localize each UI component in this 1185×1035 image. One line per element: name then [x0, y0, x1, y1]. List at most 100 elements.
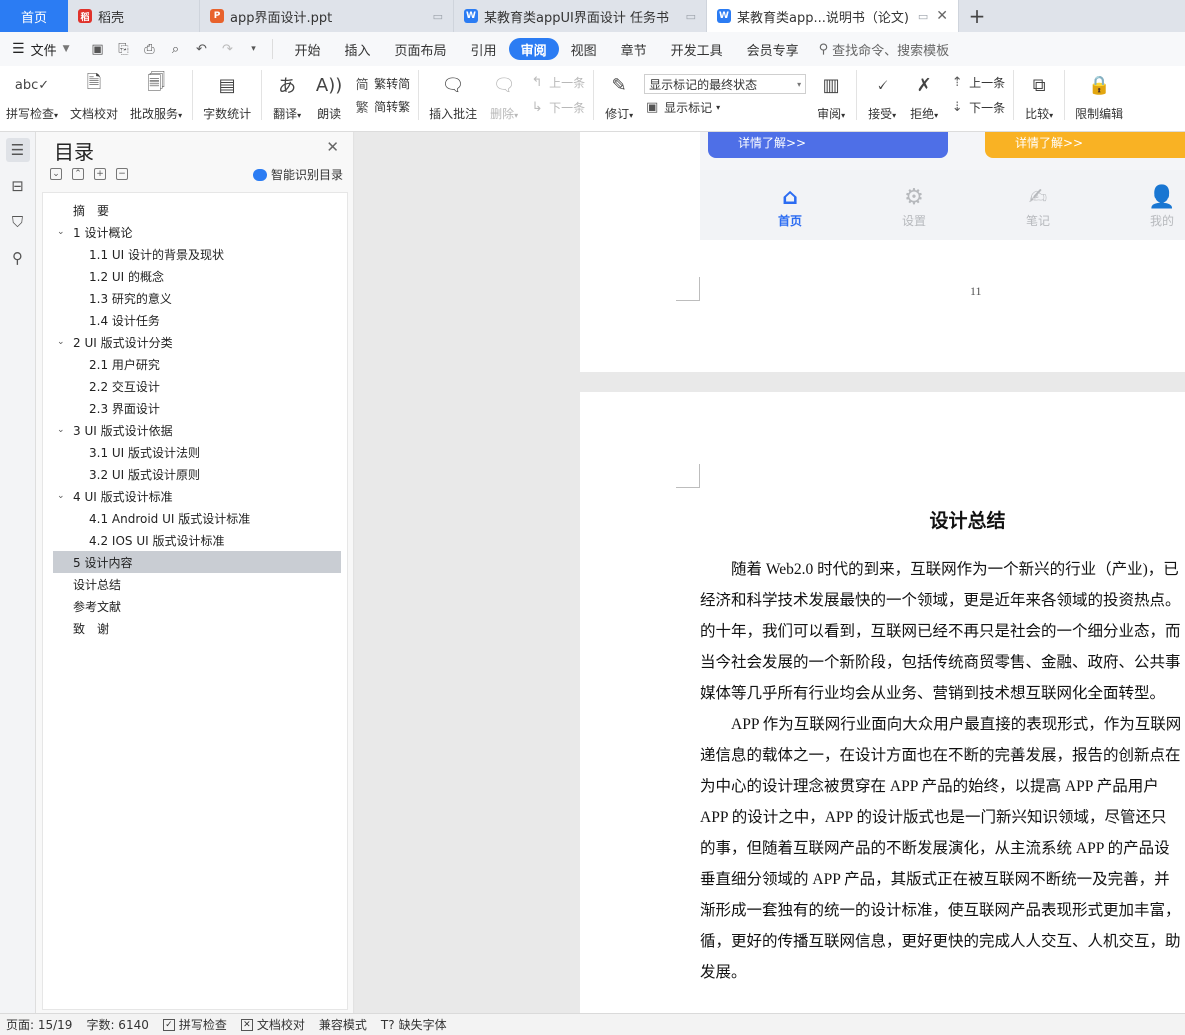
markup-state-value: 显示标记的最终状态 — [649, 77, 758, 92]
menu-developer[interactable]: 开发工具 — [659, 38, 735, 60]
status-spell-check[interactable]: ✓ 拼写检查 — [162, 1016, 227, 1033]
save-icon[interactable]: ▣ — [90, 41, 106, 57]
track-changes-icon: ✎ — [611, 74, 627, 96]
menu-page-layout[interactable]: 页面布局 — [383, 38, 459, 60]
toc-item[interactable]: ⌄ 3 UI 版式设计依据 — [53, 419, 341, 441]
tab-docer[interactable]: 稻 稻壳 — [68, 0, 200, 32]
delete-comment-button[interactable]: 🗨 删除▾ — [483, 70, 525, 128]
review-pane-button[interactable]: ▥ 审阅▾ — [810, 70, 852, 128]
chevron-down-icon[interactable]: ⌄ — [57, 425, 73, 435]
word-count-indicator[interactable]: 字数: 6140 — [86, 1016, 148, 1033]
page-indicator[interactable]: 页面: 15/19 — [6, 1016, 72, 1033]
accept-label: 接受 — [868, 107, 893, 121]
new-tab-icon[interactable]: + — [959, 0, 995, 32]
toc-item[interactable]: 5 设计内容 — [53, 551, 341, 573]
menu-review[interactable]: 审阅 — [508, 38, 559, 60]
toc-item[interactable]: 2.3 界面设计 — [53, 397, 341, 419]
add-heading-icon[interactable]: + — [94, 168, 106, 180]
toc-item[interactable]: 摘 要 — [53, 199, 341, 221]
customize-icon[interactable]: ▾ — [246, 41, 262, 57]
toc-item[interactable]: 致 谢 — [53, 617, 341, 639]
toc-item[interactable]: 2.1 用户研究 — [53, 353, 341, 375]
simp-to-trad-button[interactable]: 繁简转繁 — [354, 97, 411, 116]
chevron-down-icon[interactable]: ⌄ — [57, 227, 73, 237]
chapter-icon[interactable]: ⊟ — [6, 174, 30, 198]
screen-icon[interactable]: ▭ — [425, 10, 443, 23]
prev-comment-label: 上一条 — [549, 76, 586, 90]
correct-service-button[interactable]: 🗐 批改服务▾ — [124, 70, 188, 128]
show-markup-button[interactable]: ▣ 显示标记 ▾ — [644, 99, 806, 116]
tab-ppt[interactable]: P app界面设计.ppt ▭ — [200, 0, 454, 32]
missing-font-indicator[interactable]: T? 缺失字体 — [381, 1016, 447, 1033]
restrict-edit-button[interactable]: 🔒 限制编辑 — [1069, 70, 1129, 128]
markup-state-select[interactable]: 显示标记的最终状态 ▾ — [644, 74, 807, 94]
tab-home[interactable]: 首页 — [0, 0, 68, 32]
toc-item[interactable]: 4.2 IOS UI 版式设计标准 — [53, 529, 341, 551]
compat-mode-indicator[interactable]: 兼容模式 — [319, 1016, 367, 1033]
reject-label: 拒绝 — [910, 107, 935, 121]
screen-icon[interactable]: ▭ — [910, 10, 928, 23]
next-comment-button[interactable]: ↳ 下一条 — [529, 99, 585, 116]
menu-member[interactable]: 会员专享 — [735, 38, 811, 60]
toc-item[interactable]: 设计总结 — [53, 573, 341, 595]
menu-view[interactable]: 视图 — [559, 38, 609, 60]
collapse-all-icon[interactable]: ⌃ — [72, 168, 84, 180]
toc-item[interactable]: 4.1 Android UI 版式设计标准 — [53, 507, 341, 529]
toc-item[interactable]: 参考文献 — [53, 595, 341, 617]
expand-all-icon[interactable]: ⌄ — [50, 168, 62, 180]
close-icon[interactable]: ✕ — [326, 138, 339, 156]
track-changes-button[interactable]: ✎ 修订▾ — [598, 70, 640, 128]
status-doc-proof-label: 文档校对 — [256, 1018, 305, 1032]
command-search[interactable]: ⚲ 查找命令、搜索模板 — [819, 40, 950, 59]
document-canvas[interactable]: 详情了解>> 详情了解>> ⌂ 首页 ⚙ 设置 ✍ 笔记 👤 我的 11 设计总… — [355, 132, 1185, 1013]
toc-item[interactable]: 3.2 UI 版式设计原则 — [53, 463, 341, 485]
compare-button[interactable]: ⧉ 比较▾ — [1018, 70, 1060, 128]
insert-comment-button[interactable]: 🗨 插入批注 — [423, 70, 483, 128]
toc-item[interactable]: 1.2 UI 的概念 — [53, 265, 341, 287]
tab-thesis-doc[interactable]: W 某教育类app...说明书（论文) ▭ ✕ — [707, 0, 959, 32]
print-preview-icon[interactable]: ⌕ — [168, 41, 184, 57]
file-menu[interactable]: ☰ 文件 ▼ — [0, 40, 80, 59]
toc-item[interactable]: 2.2 交互设计 — [53, 375, 341, 397]
read-aloud-button[interactable]: A)) 朗读 — [308, 70, 350, 128]
toc-item-label: 3.1 UI 版式设计法则 — [89, 445, 201, 460]
print-icon[interactable]: ⎙ — [142, 41, 158, 57]
remove-heading-icon[interactable]: − — [116, 168, 128, 180]
search-icon[interactable]: ⚲ — [6, 246, 30, 270]
redo-icon[interactable]: ↷ — [220, 41, 236, 57]
translate-button[interactable]: あ 翻译▾ — [266, 70, 308, 128]
menu-insert[interactable]: 插入 — [333, 38, 383, 60]
menu-references[interactable]: 引用 — [459, 38, 509, 60]
status-doc-proof[interactable]: ✕ 文档校对 — [240, 1016, 305, 1033]
gear-icon: ⚙ — [904, 184, 924, 210]
toc-item[interactable]: 1.1 UI 设计的背景及现状 — [53, 243, 341, 265]
outline-icon[interactable]: ☰ — [5, 138, 30, 162]
menu-start[interactable]: 开始 — [283, 38, 333, 60]
chevron-down-icon[interactable]: ⌄ — [57, 337, 73, 347]
menu-chapter[interactable]: 章节 — [609, 38, 659, 60]
chevron-down-icon[interactable]: ⌄ — [57, 491, 73, 501]
toc-item[interactable]: ⌄ 4 UI 版式设计标准 — [53, 485, 341, 507]
reject-button[interactable]: ✗ 拒绝▾ — [903, 70, 945, 128]
word-count-button[interactable]: ▤ 字数统计 — [197, 70, 257, 128]
doc-proof-button[interactable]: 🗎 文档校对 — [64, 70, 124, 128]
simp-to-trad-label: 简转繁 — [374, 100, 411, 114]
trad-to-simp-button[interactable]: 简繁转简 — [354, 74, 411, 93]
toc-item[interactable]: 1.3 研究的意义 — [53, 287, 341, 309]
export-pdf-icon[interactable]: ⎘ — [116, 41, 132, 57]
toc-item[interactable]: ⌄ 2 UI 版式设计分类 — [53, 331, 341, 353]
accept-button[interactable]: 🗸 接受▾ — [861, 70, 903, 128]
next-change-button[interactable]: ⇣ 下一条 — [949, 99, 1005, 116]
bookmark-icon[interactable]: ⛉ — [6, 210, 30, 234]
toc-item[interactable]: 1.4 设计任务 — [53, 309, 341, 331]
undo-icon[interactable]: ↶ — [194, 41, 210, 57]
prev-change-button[interactable]: ⇡ 上一条 — [949, 74, 1005, 91]
prev-comment-button[interactable]: ↰ 上一条 — [529, 74, 585, 91]
tab-task-doc[interactable]: W 某教育类appUI界面设计 任务书 ▭ — [454, 0, 707, 32]
screen-icon[interactable]: ▭ — [678, 10, 696, 23]
spell-check-button[interactable]: abc✓ 拼写检查▾ — [0, 70, 64, 128]
toc-item[interactable]: 3.1 UI 版式设计法则 — [53, 441, 341, 463]
smart-toc-button[interactable]: 智能识别目录 — [252, 166, 343, 183]
toc-item[interactable]: ⌄ 1 设计概论 — [53, 221, 341, 243]
close-tab-icon[interactable]: ✕ — [936, 8, 948, 24]
